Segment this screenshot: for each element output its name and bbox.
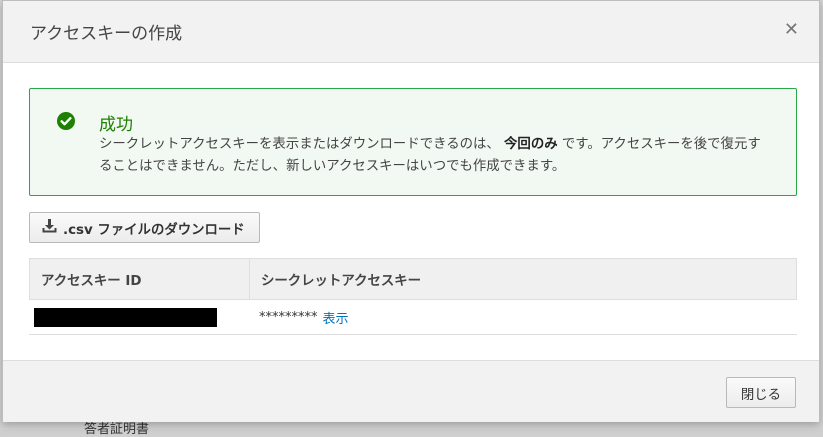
alert-message-part1: シークレットアクセスキーを表示またはダウンロードできるのは、 [99, 137, 500, 152]
access-key-id-cell [29, 300, 249, 334]
alert-message-emphasis: 今回のみ [504, 137, 558, 152]
download-csv-button[interactable]: .csv ファイルのダウンロード [29, 212, 260, 243]
alert-title: 成功 [99, 115, 133, 135]
table-header: アクセスキー ID シークレットアクセスキー [29, 258, 797, 300]
create-access-key-dialog: アクセスキーの作成 ✕ 成功 シークレットアクセスキーを表示またはダウンロードで… [2, 0, 820, 422]
close-button[interactable]: 閉じる [725, 377, 796, 408]
secret-key-cell: ********* 表示 [249, 300, 797, 334]
dialog-header: アクセスキーの作成 ✕ [3, 1, 819, 63]
column-header-access-key-id: アクセスキー ID [30, 259, 250, 299]
secret-key-mask: ********* [259, 309, 318, 325]
column-header-secret-key: シークレットアクセスキー [261, 274, 422, 289]
redacted-access-key-id [34, 307, 217, 327]
dialog-footer: 閉じる [3, 360, 819, 422]
access-key-table: アクセスキー ID シークレットアクセスキー ********* 表示 [29, 258, 797, 335]
success-alert: 成功 シークレットアクセスキーを表示またはダウンロードできるのは、 今回のみ で… [29, 88, 797, 196]
download-button-label: .csv ファイルのダウンロード [63, 222, 245, 238]
dialog-title: アクセスキーの作成 [30, 24, 183, 44]
download-icon [42, 218, 57, 237]
table-row: ********* 表示 [29, 300, 797, 335]
check-circle-icon [57, 112, 75, 130]
close-icon[interactable]: ✕ [784, 21, 799, 39]
show-secret-link[interactable]: 表示 [323, 308, 349, 327]
alert-message: シークレットアクセスキーを表示またはダウンロードできるのは、 今回のみ です。ア… [99, 134, 774, 178]
